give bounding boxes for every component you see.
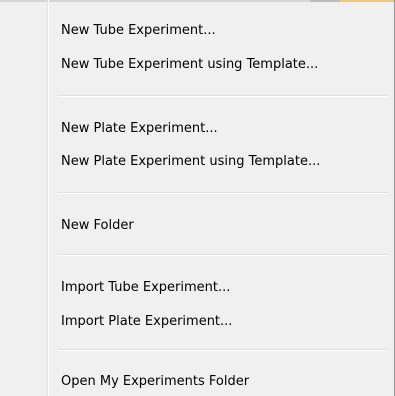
context-menu: New Tube Experiment... New Tube Experime… [0,0,395,396]
menu-separator [58,349,388,351]
menu-separator [58,192,388,194]
menu-item-new-tube-experiment[interactable]: New Tube Experiment... [52,16,390,44]
menu-item-label: Open My Experiments Folder [61,373,250,389]
menu-item-import-tube-experiment[interactable]: Import Tube Experiment... [52,273,390,301]
menu-item-open-my-experiments-folder[interactable]: Open My Experiments Folder [52,367,390,395]
menu-item-label: New Tube Experiment using Template... [61,56,319,72]
menu-item-label: New Plate Experiment using Template... [61,153,321,169]
menu-item-new-tube-experiment-template[interactable]: New Tube Experiment using Template... [52,50,390,78]
menu-separator [58,95,388,97]
menu-item-new-plate-experiment[interactable]: New Plate Experiment... [52,114,390,142]
menu-item-label: Import Tube Experiment... [61,279,231,295]
menu-item-new-folder[interactable]: New Folder [52,211,390,239]
menu-top-border [0,0,395,2]
menu-item-label: New Tube Experiment... [61,22,216,38]
menu-item-label: New Plate Experiment... [61,120,218,136]
menu-item-new-plate-experiment-template[interactable]: New Plate Experiment using Template... [52,147,390,175]
menu-separator [58,254,388,256]
menu-item-label: Import Plate Experiment... [61,313,233,329]
menu-item-label: New Folder [61,217,134,233]
menu-item-import-plate-experiment[interactable]: Import Plate Experiment... [52,307,390,335]
